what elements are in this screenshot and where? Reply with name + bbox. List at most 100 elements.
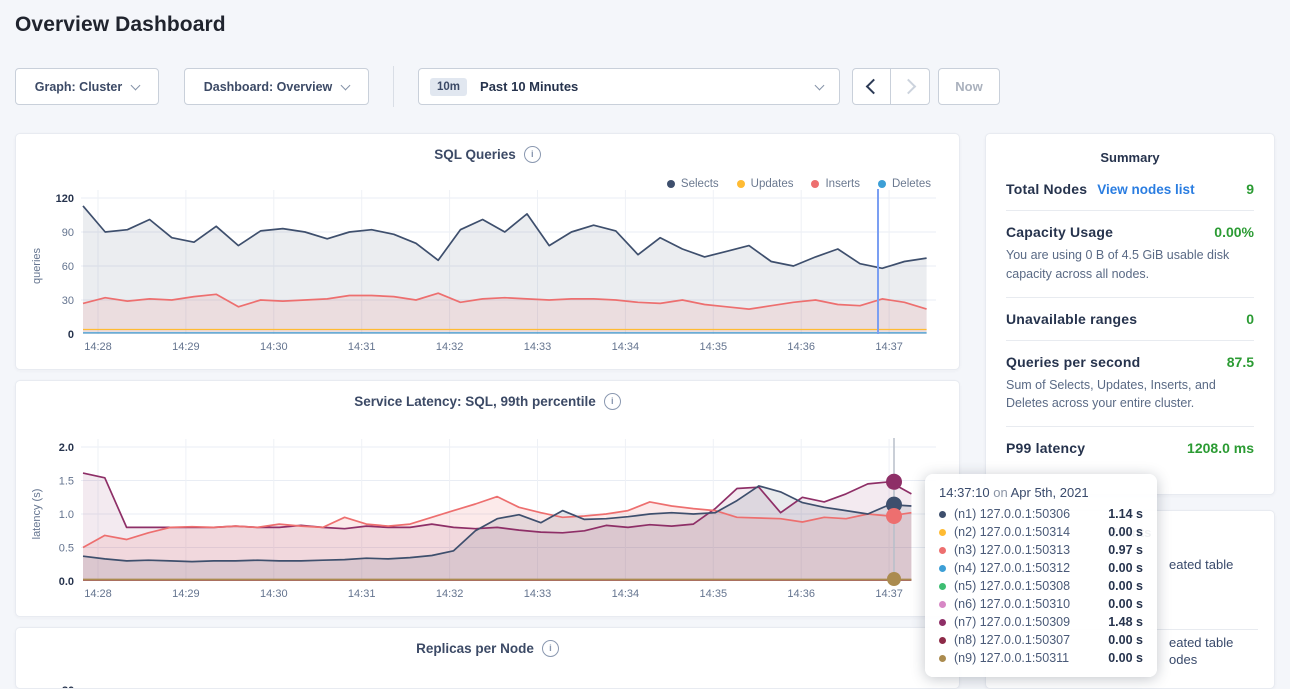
svg-text:14:32: 14:32	[436, 588, 464, 600]
tooltip-node-row: (n2) 127.0.0.1:503140.00 s	[939, 523, 1143, 541]
replicas-title-row: Replicas per Node i	[16, 640, 959, 657]
time-prev-button[interactable]	[852, 68, 891, 105]
tooltip-node-row: (n9) 127.0.0.1:503110.00 s	[939, 649, 1143, 667]
unavailable-ranges-value: 0	[1246, 311, 1254, 327]
svg-text:14:35: 14:35	[700, 341, 728, 353]
tooltip-rows: (n1) 127.0.0.1:503061.14 s(n2) 127.0.0.1…	[939, 505, 1143, 667]
legend-dot	[667, 180, 675, 188]
svg-text:0.0: 0.0	[59, 576, 74, 588]
dashboard-dropdown-label: Dashboard: Overview	[204, 80, 333, 94]
queries-per-second-value: 87.5	[1227, 354, 1254, 370]
summary-panel: Summary Total Nodes View nodes list 9 Ca…	[985, 133, 1275, 495]
graph-dropdown-label: Graph: Cluster	[35, 80, 123, 94]
total-nodes-label: Total Nodes	[1006, 181, 1087, 197]
svg-text:14:28: 14:28	[84, 588, 112, 600]
svg-text:14:35: 14:35	[700, 588, 728, 600]
info-icon[interactable]: i	[604, 393, 621, 410]
legend-item-inserts[interactable]: Inserts	[811, 178, 860, 190]
node-color-dot	[939, 655, 946, 662]
controls-divider	[393, 66, 394, 107]
chart-title: Replicas per Node	[416, 641, 534, 656]
svg-text:90: 90	[62, 227, 74, 239]
svg-text:14:29: 14:29	[172, 588, 200, 600]
svg-text:14:30: 14:30	[260, 341, 288, 353]
svg-text:14:37: 14:37	[875, 588, 903, 600]
info-icon[interactable]: i	[542, 640, 559, 657]
sql-queries-title-row: SQL Queries i	[16, 146, 959, 163]
divider	[1006, 340, 1254, 341]
summary-row-total-nodes: Total Nodes View nodes list 9	[1006, 181, 1254, 197]
service-latency-chart[interactable]: 0.00.51.01.52.014:2814:2914:3014:3114:32…	[16, 381, 960, 617]
node-color-dot	[939, 637, 946, 644]
svg-text:14:34: 14:34	[612, 588, 640, 600]
time-next-button[interactable]	[891, 68, 930, 105]
overview-dashboard-page: Overview Dashboard Graph: Cluster Dashbo…	[0, 0, 1290, 689]
time-range-label: Past 10 Minutes	[480, 79, 578, 94]
page-title: Overview Dashboard	[15, 13, 226, 37]
sql-queries-legend: Selects Updates Inserts Deletes	[667, 178, 931, 190]
summary-row-p99: P99 latency 1208.0 ms	[1006, 440, 1254, 456]
replicas-per-node-card: Replicas per Node i 30	[15, 627, 960, 689]
queries-per-second-label: Queries per second	[1006, 354, 1140, 370]
legend-item-updates[interactable]: Updates	[737, 178, 794, 190]
svg-text:14:32: 14:32	[436, 341, 464, 353]
node-color-dot	[939, 511, 946, 518]
node-color-dot	[939, 583, 946, 590]
tooltip-node-row: (n1) 127.0.0.1:503061.14 s	[939, 505, 1143, 523]
tooltip-date: Apr 5th, 2021	[1011, 485, 1089, 500]
chart-title: SQL Queries	[434, 147, 516, 162]
view-nodes-list-link[interactable]: View nodes list	[1097, 182, 1194, 197]
event-item-fragment[interactable]: eated table	[1169, 557, 1233, 572]
svg-text:14:30: 14:30	[260, 588, 288, 600]
svg-text:14:34: 14:34	[612, 341, 640, 353]
dashboard-dropdown[interactable]: Dashboard: Overview	[184, 68, 369, 105]
sql-queries-chart[interactable]: 030609012014:2814:2914:3014:3114:3214:33…	[16, 134, 960, 370]
svg-text:120: 120	[56, 193, 74, 205]
node-color-dot	[939, 601, 946, 608]
event-item-fragment[interactable]: eated table	[1169, 635, 1233, 650]
tooltip-time: 14:37:10	[939, 485, 990, 500]
summary-row-qps: Queries per second 87.5	[1006, 354, 1254, 370]
node-color-dot	[939, 547, 946, 554]
chevron-down-icon	[131, 80, 141, 90]
svg-text:14:36: 14:36	[787, 341, 815, 353]
svg-text:14:31: 14:31	[348, 341, 376, 353]
tooltip-node-row: (n8) 127.0.0.1:503070.00 s	[939, 631, 1143, 649]
node-color-dot	[939, 619, 946, 626]
now-button[interactable]: Now	[938, 68, 1000, 105]
svg-text:latency (s): latency (s)	[31, 489, 43, 540]
unavailable-ranges-label: Unavailable ranges	[1006, 311, 1137, 327]
svg-text:60: 60	[62, 261, 74, 273]
total-nodes-value: 9	[1246, 181, 1254, 197]
capacity-usage-label: Capacity Usage	[1006, 224, 1113, 240]
tooltip-node-row: (n7) 127.0.0.1:503091.48 s	[939, 613, 1143, 631]
time-range-selector[interactable]: 10m Past 10 Minutes	[418, 68, 840, 105]
tooltip-on: on	[993, 485, 1007, 500]
svg-text:2.0: 2.0	[59, 442, 74, 454]
tooltip-timestamp: 14:37:10 on Apr 5th, 2021	[939, 485, 1143, 500]
summary-row-unavailable: Unavailable ranges 0	[1006, 311, 1254, 327]
summary-heading: Summary	[1006, 150, 1254, 165]
svg-text:30: 30	[62, 295, 74, 307]
legend-item-selects[interactable]: Selects	[667, 178, 719, 190]
svg-text:14:31: 14:31	[348, 588, 376, 600]
legend-item-deletes[interactable]: Deletes	[878, 178, 931, 190]
node-color-dot	[939, 529, 946, 536]
svg-text:14:28: 14:28	[84, 341, 112, 353]
chevron-down-icon	[815, 80, 825, 90]
p99-latency-value: 1208.0 ms	[1187, 440, 1254, 456]
graph-dropdown[interactable]: Graph: Cluster	[15, 68, 159, 105]
tooltip-node-row: (n5) 127.0.0.1:503080.00 s	[939, 577, 1143, 595]
chart-title: Service Latency: SQL, 99th percentile	[354, 394, 596, 409]
tooltip-node-row: (n3) 127.0.0.1:503130.97 s	[939, 541, 1143, 559]
legend-dot	[811, 180, 819, 188]
node-color-dot	[939, 565, 946, 572]
svg-text:1.5: 1.5	[59, 476, 74, 488]
p99-latency-label: P99 latency	[1006, 440, 1085, 456]
service-latency-title-row: Service Latency: SQL, 99th percentile i	[16, 393, 959, 410]
event-item-fragment[interactable]: odes	[1169, 652, 1197, 667]
chevron-down-icon	[341, 80, 351, 90]
info-icon[interactable]: i	[524, 146, 541, 163]
svg-text:0: 0	[68, 329, 74, 341]
divider	[1006, 297, 1254, 298]
